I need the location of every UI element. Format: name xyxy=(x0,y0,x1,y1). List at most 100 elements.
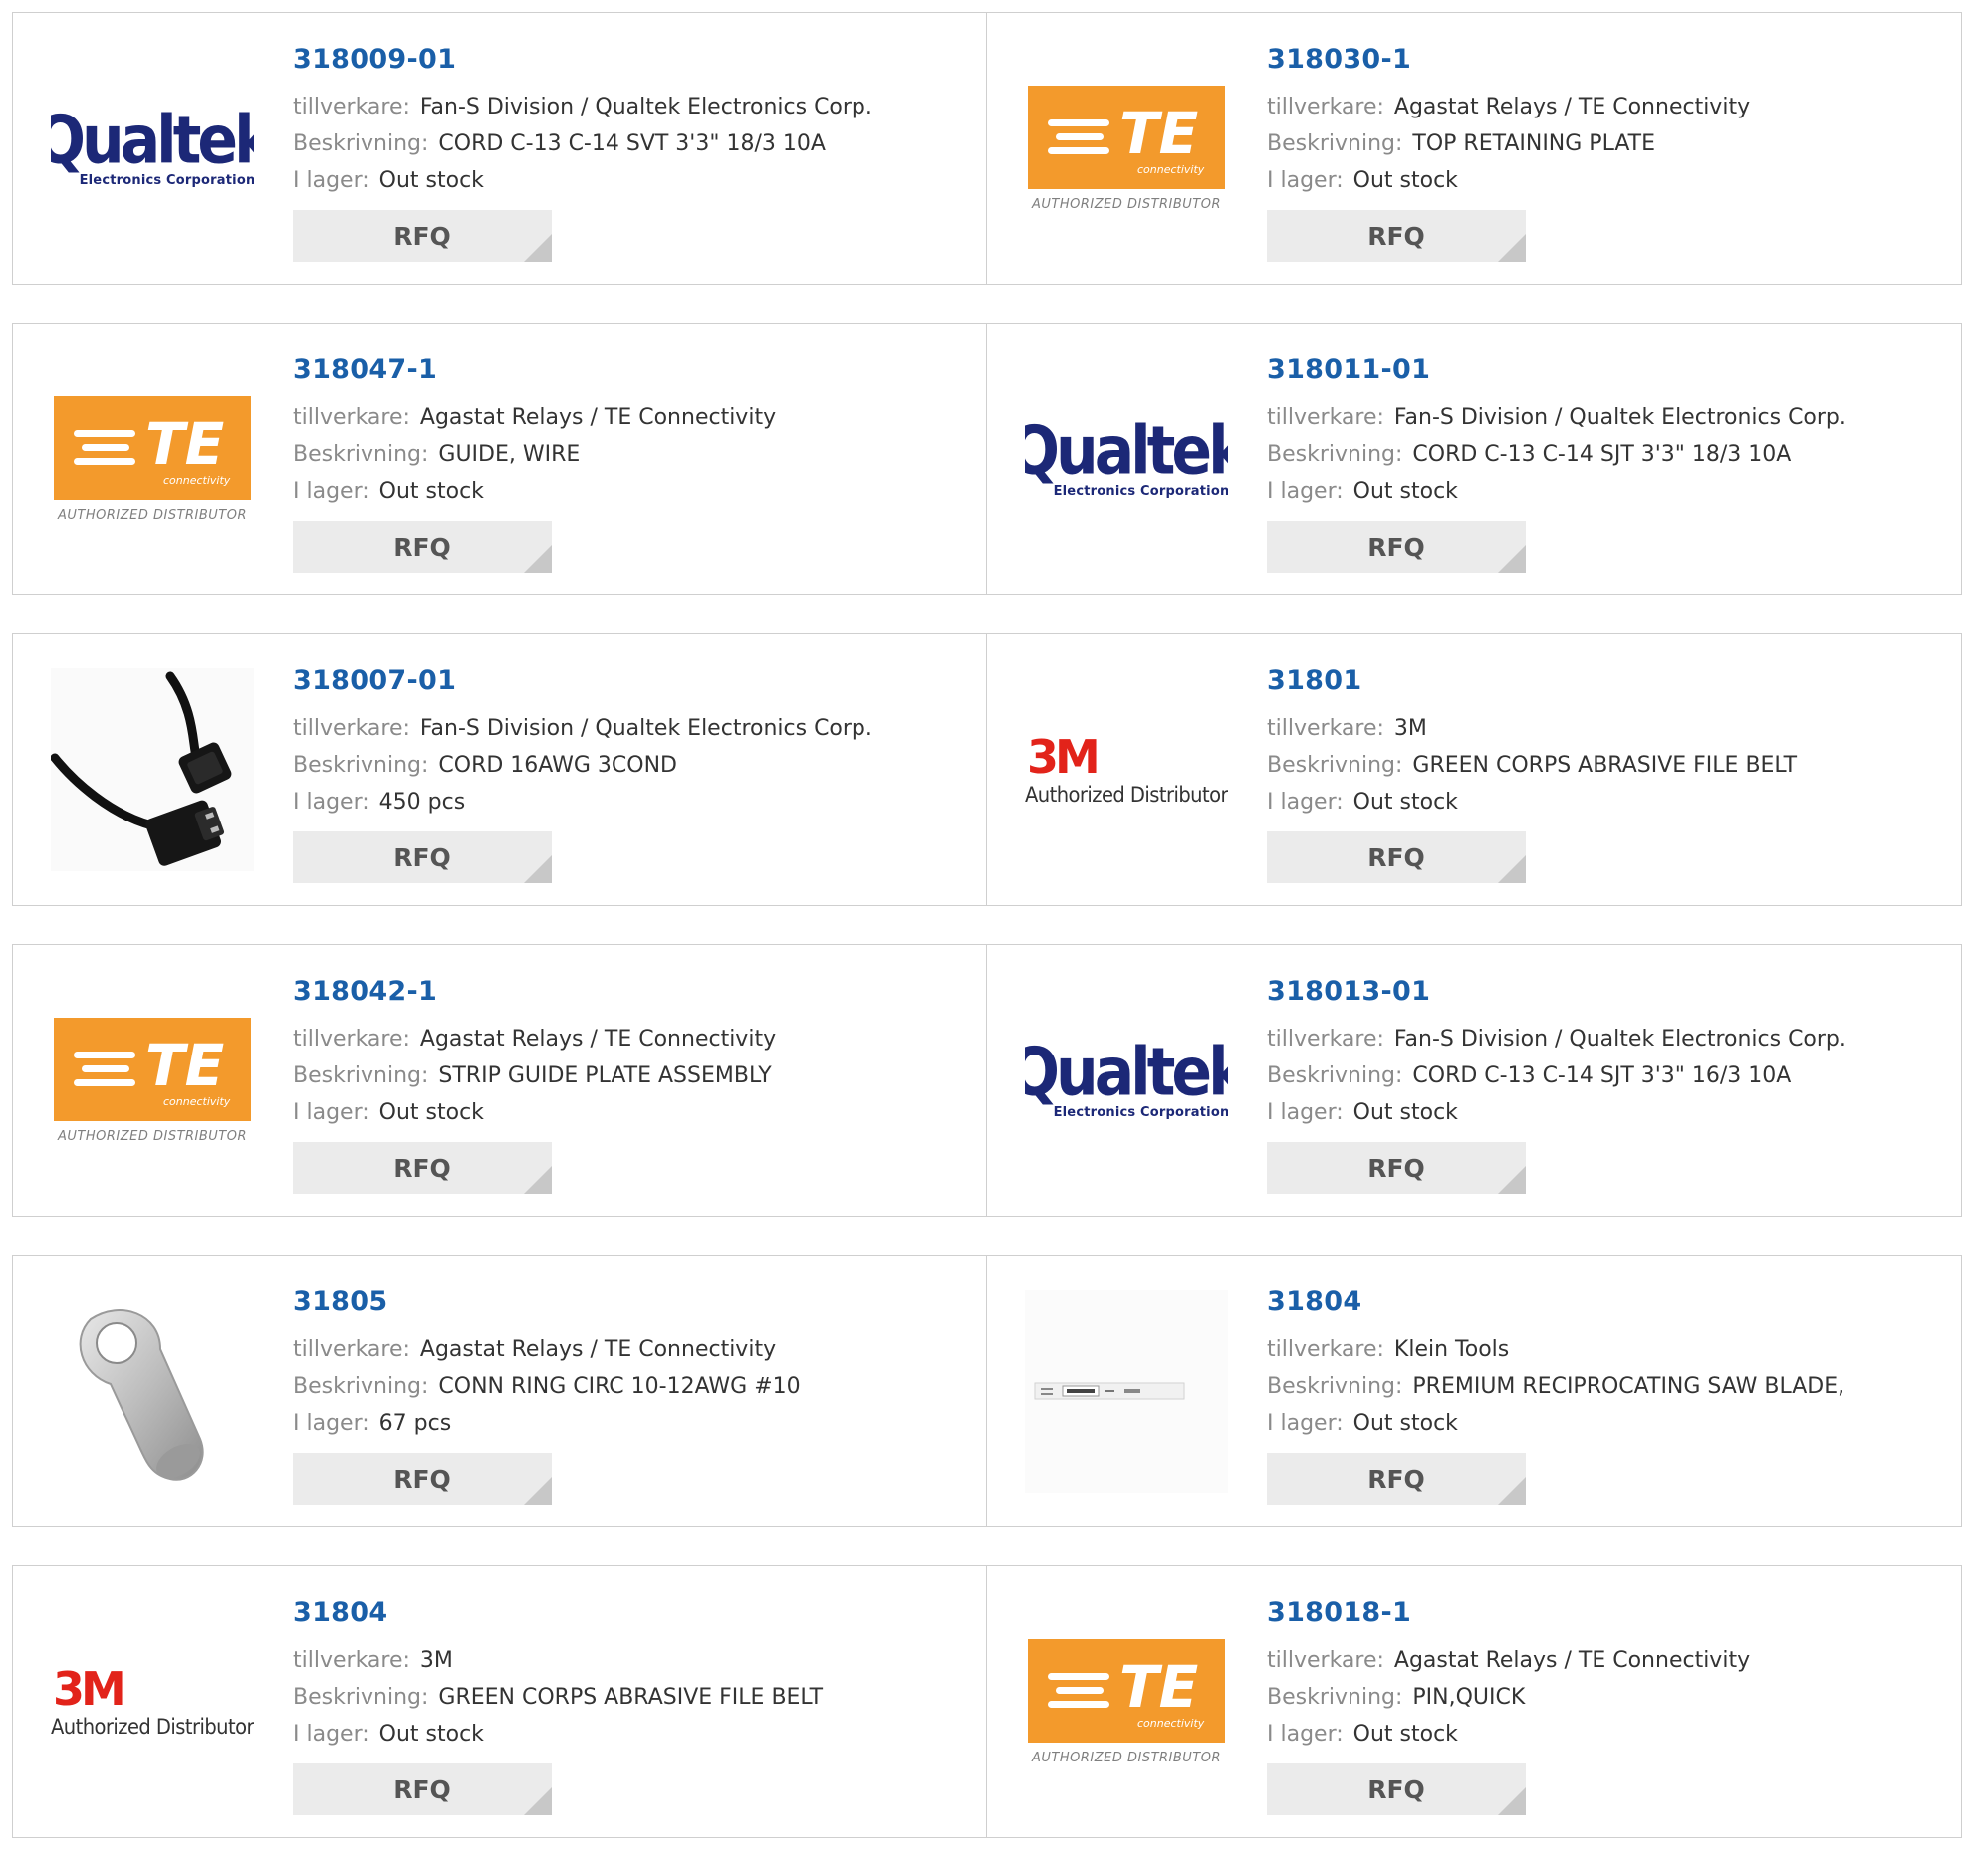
description-value: TOP RETAINING PLATE xyxy=(1412,131,1656,156)
manufacturer-value: 3M xyxy=(1393,716,1427,741)
stock-label: I lager: xyxy=(293,168,369,193)
description-label: Beskrivning: xyxy=(1267,1685,1403,1710)
manufacturer-label: tillverkare: xyxy=(293,1337,410,1362)
description-value: GREEN CORPS ABRASIVE FILE BELT xyxy=(1412,753,1798,778)
ring-terminal-photo xyxy=(51,1290,254,1493)
rfq-button[interactable]: RFQ xyxy=(293,521,552,573)
part-number-link[interactable]: 31805 xyxy=(293,1286,976,1319)
rfq-button[interactable]: RFQ xyxy=(1267,521,1526,573)
description-label: Beskrivning: xyxy=(293,131,429,156)
te-logo-subtitle: connectivity xyxy=(1137,162,1205,176)
product-card: TE connectivity AUTHORIZED DISTRIBUTOR 31… xyxy=(987,12,1962,285)
te-authorized-text: AUTHORIZED DISTRIBUTOR xyxy=(1031,196,1222,212)
product-grid: Qualtek Electronics Corporation 318009-0… xyxy=(12,12,1962,1876)
rfq-button[interactable]: RFQ xyxy=(293,831,552,883)
stock-label: I lager: xyxy=(1267,790,1344,815)
corner-triangle-icon xyxy=(1498,234,1526,262)
part-number-link[interactable]: 318009-01 xyxy=(293,43,976,77)
corner-triangle-icon xyxy=(1498,1166,1526,1194)
rfq-button[interactable]: RFQ xyxy=(1267,1453,1526,1505)
part-number-link[interactable]: 31801 xyxy=(1267,664,1951,698)
te-connectivity-logo: TE connectivity AUTHORIZED DISTRIBUTOR xyxy=(51,357,254,561)
part-number-link[interactable]: 318047-1 xyxy=(293,353,976,387)
rfq-label: RFQ xyxy=(1367,1774,1425,1804)
te-logo-subtitle: connectivity xyxy=(163,1094,231,1108)
rfq-button[interactable]: RFQ xyxy=(1267,831,1526,883)
part-number-link[interactable]: 31804 xyxy=(293,1596,976,1630)
description-label: Beskrivning: xyxy=(1267,753,1403,778)
qualtek-logo-word: Qualtek xyxy=(51,101,254,179)
rfq-label: RFQ xyxy=(1367,1153,1425,1183)
description-value: CORD 16AWG 3COND xyxy=(438,753,677,778)
manufacturer-value: Agastat Relays / TE Connectivity xyxy=(419,405,777,430)
part-number-link[interactable]: 318018-1 xyxy=(1267,1596,1951,1630)
manufacturer-label: tillverkare: xyxy=(293,1027,410,1052)
stock-value: Out stock xyxy=(1352,479,1458,504)
product-card: 318007-01 tillverkare: Fan-S Division / Q… xyxy=(12,633,987,906)
rfq-label: RFQ xyxy=(1367,221,1425,251)
stock-value: Out stock xyxy=(378,1722,484,1747)
product-card: Qualtek Electronics Corporation 318013-0… xyxy=(987,944,1962,1217)
stock-label: I lager: xyxy=(1267,1722,1344,1747)
rfq-button[interactable]: RFQ xyxy=(1267,210,1526,262)
product-row: 3M Authorized Distributor 31804 tillverk… xyxy=(12,1565,1962,1838)
te-logo-word: TE xyxy=(1119,99,1199,167)
rfq-label: RFQ xyxy=(393,221,451,251)
stock-label: I lager: xyxy=(293,1100,369,1125)
manufacturer-value: Agastat Relays / TE Connectivity xyxy=(419,1337,777,1362)
rfq-label: RFQ xyxy=(1367,842,1425,872)
part-number-link[interactable]: 31804 xyxy=(1267,1286,1951,1319)
manufacturer-value: Fan-S Division / Qualtek Electronics Cor… xyxy=(1393,405,1846,430)
te-connectivity-logo: TE connectivity AUTHORIZED DISTRIBUTOR xyxy=(1025,47,1228,250)
3m-authorized-text: Authorized Distributor xyxy=(1025,783,1228,807)
description-value: CORD C-13 C-14 SVT 3'3" 18/3 10A xyxy=(438,131,826,156)
te-authorized-text: AUTHORIZED DISTRIBUTOR xyxy=(57,507,248,523)
product-card: Qualtek Electronics Corporation 318009-0… xyxy=(12,12,987,285)
rfq-button[interactable]: RFQ xyxy=(293,1763,552,1815)
manufacturer-label: tillverkare: xyxy=(293,405,410,430)
part-number-link[interactable]: 318007-01 xyxy=(293,664,976,698)
stock-label: I lager: xyxy=(1267,1100,1344,1125)
stock-label: I lager: xyxy=(293,790,369,815)
rfq-label: RFQ xyxy=(1367,532,1425,562)
part-number-link[interactable]: 318030-1 xyxy=(1267,43,1951,77)
qualtek-logo-word: Qualtek xyxy=(1025,411,1228,490)
product-card: 3M Authorized Distributor 31801 tillverk… xyxy=(987,633,1962,906)
product-row: TE connectivity AUTHORIZED DISTRIBUTOR 31… xyxy=(12,944,1962,1217)
stock-label: I lager: xyxy=(1267,168,1344,193)
description-value: PIN,QUICK xyxy=(1412,1685,1526,1710)
rfq-label: RFQ xyxy=(393,1774,451,1804)
description-value: CORD C-13 C-14 SJT 3'3" 18/3 10A xyxy=(1412,442,1792,467)
qualtek-logo: Qualtek Electronics Corporation xyxy=(1025,979,1228,1182)
product-card: 3M Authorized Distributor 31804 tillverk… xyxy=(12,1565,987,1838)
te-logo-subtitle: connectivity xyxy=(163,473,231,487)
power-cord-photo xyxy=(51,668,254,871)
manufacturer-label: tillverkare: xyxy=(1267,95,1384,119)
te-logo-word: TE xyxy=(145,1031,225,1099)
description-label: Beskrivning: xyxy=(293,1685,429,1710)
corner-triangle-icon xyxy=(524,234,552,262)
part-number-link[interactable]: 318042-1 xyxy=(293,975,976,1009)
product-card: 31805 tillverkare: Agastat Relays / TE Co… xyxy=(12,1255,987,1527)
stock-value: Out stock xyxy=(378,168,484,193)
corner-triangle-icon xyxy=(1498,1787,1526,1815)
part-number-link[interactable]: 318013-01 xyxy=(1267,975,1951,1009)
manufacturer-value: Agastat Relays / TE Connectivity xyxy=(1393,95,1751,119)
product-card: TE connectivity AUTHORIZED DISTRIBUTOR 31… xyxy=(987,1565,1962,1838)
rfq-label: RFQ xyxy=(393,1153,451,1183)
part-number-link[interactable]: 318011-01 xyxy=(1267,353,1951,387)
rfq-button[interactable]: RFQ xyxy=(293,210,552,262)
3m-logo-word: 3M xyxy=(1027,730,1101,784)
corner-triangle-icon xyxy=(524,1477,552,1505)
qualtek-logo-word: Qualtek xyxy=(1025,1033,1228,1111)
rfq-button[interactable]: RFQ xyxy=(293,1453,552,1505)
rfq-button[interactable]: RFQ xyxy=(1267,1763,1526,1815)
description-label: Beskrivning: xyxy=(293,1374,429,1399)
rfq-button[interactable]: RFQ xyxy=(1267,1142,1526,1194)
description-value: CONN RING CIRC 10-12AWG #10 xyxy=(438,1374,801,1399)
corner-triangle-icon xyxy=(524,1787,552,1815)
rfq-button[interactable]: RFQ xyxy=(293,1142,552,1194)
stock-label: I lager: xyxy=(293,479,369,504)
3m-logo: 3M Authorized Distributor xyxy=(51,1600,254,1803)
manufacturer-label: tillverkare: xyxy=(293,1648,410,1673)
